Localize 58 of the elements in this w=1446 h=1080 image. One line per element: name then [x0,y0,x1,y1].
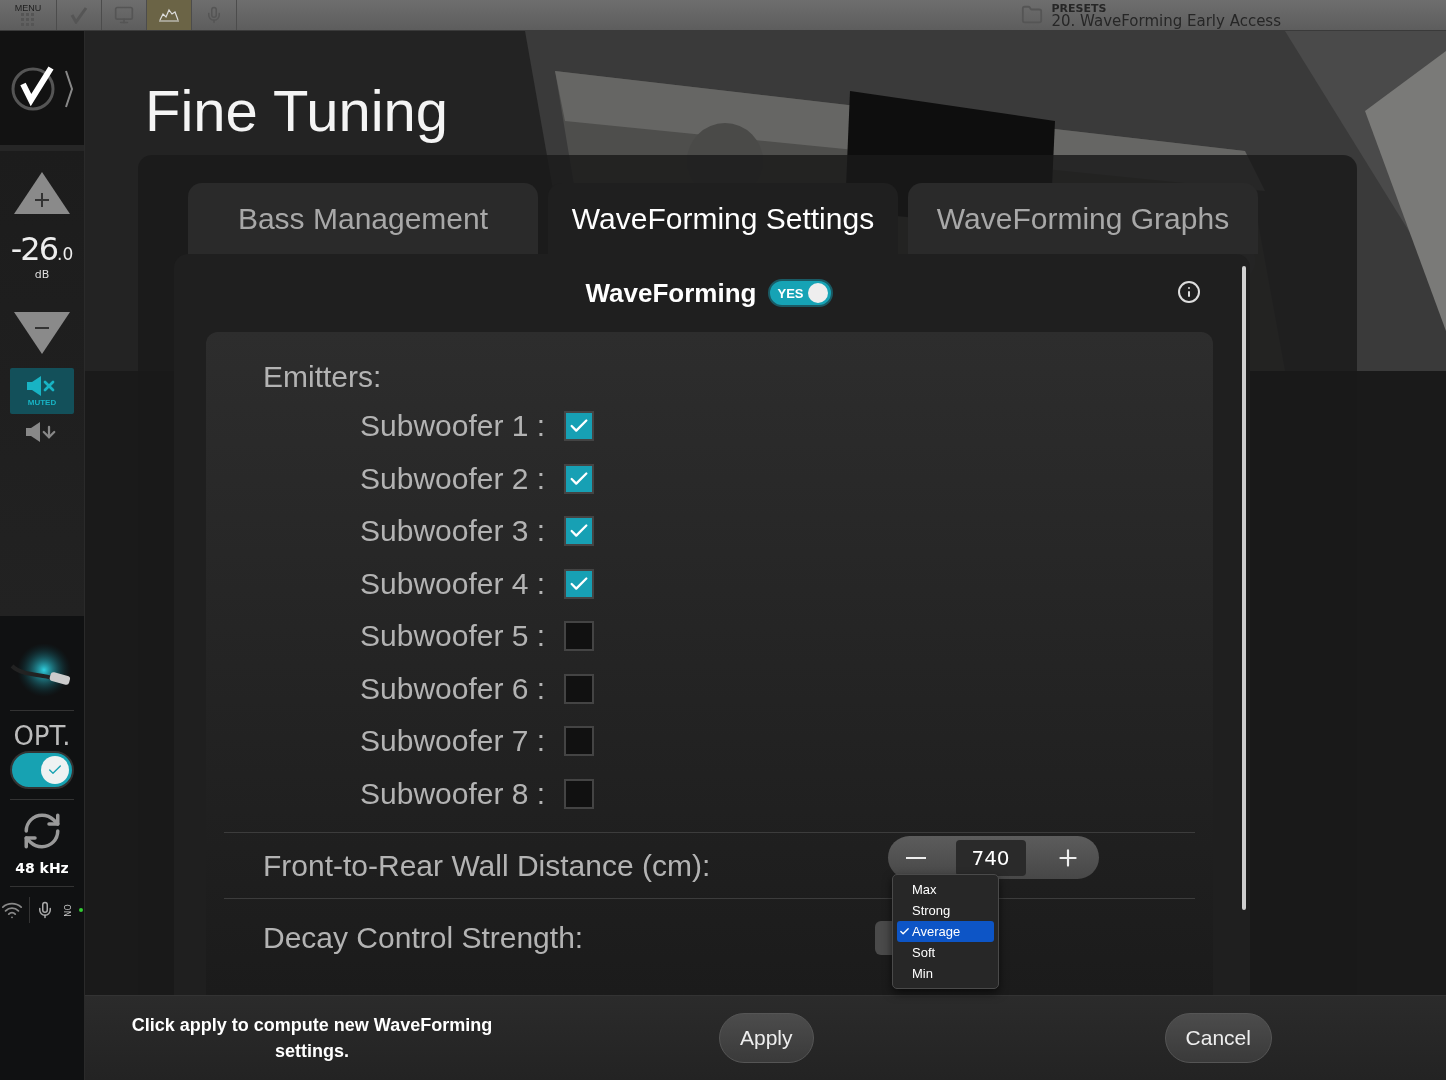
checkbox[interactable] [564,726,594,757]
opt-label: OPT. [13,721,71,751]
graph-icon [158,8,180,22]
subwoofer-label: Subwoofer 2 : [360,461,547,496]
menu-option[interactable]: Max [897,879,994,900]
distance-stepper[interactable]: 740 [888,836,1099,879]
scrollbar[interactable] [1242,266,1246,910]
cancel-button[interactable]: Cancel [1164,1013,1272,1063]
status-dot [78,908,83,912]
distance-label: Front-to-Rear Wall Distance (cm): [263,848,712,883]
mute-button[interactable]: MUTED [10,368,74,414]
subwoofer-label: Subwoofer 6 : [360,671,547,706]
sample-rate: 48 kHz [15,860,69,876]
checkbox[interactable] [564,621,594,652]
checkbox[interactable] [564,673,594,704]
distance-value: 740 [955,839,1026,876]
logo-icon [9,64,75,112]
apply-button[interactable]: Apply [719,1013,814,1063]
screen-icon [114,5,134,25]
menu-label: MENU [14,3,42,13]
toolbar-button[interactable] [147,0,192,30]
waveforming-label: WaveForming [585,277,757,309]
subwoofer-label: Subwoofer 7 : [360,724,547,759]
checkbox[interactable] [564,516,594,547]
checkbox[interactable] [564,568,594,599]
subwoofer-label: Subwoofer 3 : [360,514,547,549]
volume-unit: dB [34,268,50,281]
subwoofer-label: Subwoofer 8 : [360,776,547,811]
volume-decimal: .0 [57,244,74,264]
checkbox[interactable] [564,411,594,442]
volume-value: -26 [10,230,57,268]
speaker-icon [26,422,40,442]
subwoofer-label: Subwoofer 1 : [360,409,547,444]
checkbox[interactable] [564,463,594,494]
power-label: ON [62,903,71,917]
speaker-icon [27,375,41,396]
folder-icon [1021,4,1044,26]
subwoofer-label: Subwoofer 5 : [360,619,547,654]
menu-option[interactable]: Min [897,963,994,984]
hint-text: Click apply to compute new WaveForming settings. [130,1014,494,1063]
arrow-down-icon [40,423,58,441]
subwoofer-label: Subwoofer 4 : [360,566,547,601]
info-button[interactable] [1177,280,1201,304]
checkbox[interactable] [564,778,594,809]
page-title: Fine Tuning [145,79,450,143]
tab[interactable]: WaveForming Graphs [908,183,1258,254]
presets-label: PRESETS [1051,2,1107,15]
emitters-label: Emitters: [263,360,383,394]
menu-option[interactable]: Average [897,921,994,942]
minus-icon [906,856,926,859]
menu-option[interactable]: Strong [897,900,994,921]
decay-label: Decay Control Strength: [263,921,585,955]
check-icon [70,6,88,24]
opt-toggle[interactable] [10,751,74,789]
check-icon [899,926,910,937]
menu-option[interactable]: Soft [897,942,994,963]
tab[interactable]: WaveForming Settings [548,183,898,254]
tab[interactable]: Bass Management [188,183,538,254]
